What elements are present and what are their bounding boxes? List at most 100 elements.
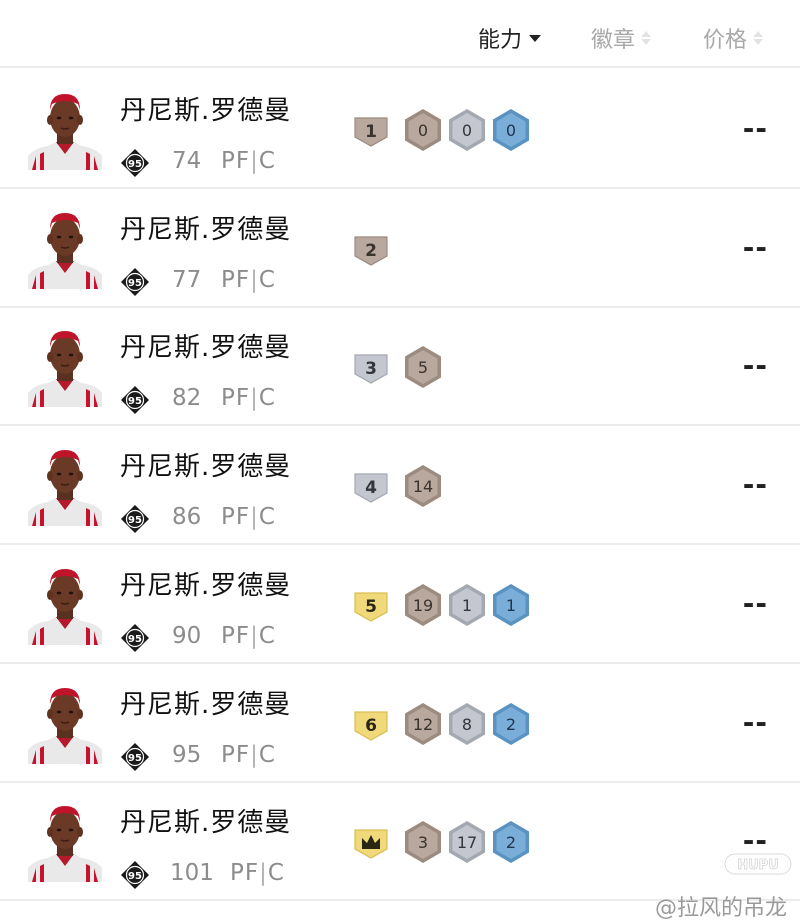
- position-secondary: C: [258, 504, 276, 531]
- evolution-level-icon: 3: [354, 354, 388, 385]
- tier-badge-icon: 95: [121, 623, 149, 652]
- player-name: 丹尼斯.罗德曼: [120, 689, 292, 720]
- badge-count-label: 14: [413, 477, 433, 496]
- player-name: 丹尼斯.罗德曼: [120, 452, 292, 483]
- badge-count-silver: 17: [449, 821, 485, 864]
- badge-count-silver: 1: [449, 583, 485, 626]
- player-name: 丹尼斯.罗德曼: [120, 333, 292, 364]
- player-avatar: [28, 331, 102, 408]
- sort-icon: [753, 31, 764, 45]
- position-primary: PF: [230, 860, 260, 887]
- player-avatar: [28, 806, 102, 883]
- svg-text:95: 95: [128, 278, 142, 289]
- badge-count-hof: 2: [493, 821, 529, 864]
- evolution-level-max-icon: [354, 829, 388, 859]
- sort-price-label: 价格: [703, 28, 748, 53]
- sort-ability-label: 能力: [478, 28, 523, 53]
- evolution-level-icon: 5: [354, 592, 388, 622]
- player-rating: 82: [172, 385, 202, 412]
- player-card-row[interactable]: 丹尼斯.罗德曼 95 101 PF|C -- 3 17 2: [0, 782, 800, 902]
- badge-count-label: 8: [462, 715, 472, 734]
- caret-down-icon: [529, 34, 542, 42]
- position-primary: PF: [221, 266, 251, 293]
- price-value: --: [742, 349, 768, 383]
- hupu-logo: HUPU: [724, 853, 792, 875]
- player-card-row[interactable]: 丹尼斯.罗德曼 95 77 PF|C -- 2: [0, 189, 800, 308]
- badge-count-label: 1: [462, 596, 472, 615]
- player-rating: 74: [172, 148, 202, 174]
- player-name: 丹尼斯.罗德曼: [120, 214, 292, 245]
- evolution-level-label: 1: [365, 122, 377, 142]
- player-name: 丹尼斯.罗德曼: [120, 808, 292, 839]
- evolution-level-label: 4: [365, 478, 377, 498]
- evolution-level-label: 3: [365, 359, 377, 379]
- svg-text:95: 95: [128, 753, 142, 764]
- player-avatar: [28, 94, 102, 170]
- sort-icon: [641, 31, 652, 45]
- badge-count-label: 2: [506, 833, 516, 852]
- evolution-level-icon: 6: [354, 710, 388, 741]
- price-value: --: [742, 468, 768, 502]
- price-value: --: [742, 586, 768, 620]
- player-avatar: [28, 568, 102, 645]
- sort-price-button[interactable]: 价格: [703, 22, 764, 54]
- position-primary: PF: [221, 622, 251, 649]
- position-secondary: C: [258, 266, 276, 293]
- svg-text:95: 95: [128, 871, 142, 882]
- evolution-level-icon: 2: [354, 236, 388, 266]
- svg-text:HUPU: HUPU: [737, 858, 779, 873]
- position-secondary: C: [258, 741, 276, 768]
- player-rating: 101: [170, 860, 214, 887]
- badge-count-hof: 1: [493, 583, 529, 626]
- player-rating: 90: [172, 622, 202, 649]
- player-positions: PF|C: [230, 860, 285, 887]
- badge-count-bronze: 3: [405, 821, 441, 864]
- player-card-row[interactable]: 丹尼斯.罗德曼 95 82 PF|C -- 3 5: [0, 307, 800, 427]
- badge-count-silver: 8: [449, 702, 485, 745]
- svg-text:95: 95: [128, 634, 142, 645]
- player-name: 丹尼斯.罗德曼: [120, 570, 292, 601]
- player-positions: PF|C: [221, 622, 276, 649]
- sort-badges-button[interactable]: 徽章: [591, 22, 652, 54]
- price-value: --: [742, 230, 768, 264]
- badge-count-bronze: 14: [405, 465, 441, 508]
- watermark-text: @拉风的吊龙: [655, 896, 788, 921]
- badge-count-label: 1: [506, 596, 516, 615]
- badge-count-label: 0: [418, 121, 428, 140]
- badge-count-label: 0: [506, 121, 516, 140]
- player-card-row[interactable]: 丹尼斯.罗德曼 95 74 PF|C -- 1 0 0 0: [0, 70, 800, 189]
- badge-count-label: 12: [413, 715, 433, 734]
- badge-count-label: 5: [418, 358, 428, 377]
- player-positions: PF|C: [221, 266, 276, 293]
- sort-badges-label: 徽章: [591, 28, 636, 53]
- badge-count-bronze: 12: [405, 702, 441, 745]
- tier-badge-icon: 95: [121, 386, 149, 415]
- badge-count-bronze: 0: [405, 109, 441, 151]
- player-card-row[interactable]: 丹尼斯.罗德曼 95 95 PF|C -- 6 12 8 2: [0, 664, 800, 783]
- player-avatar: [28, 687, 102, 764]
- position-secondary: C: [258, 148, 276, 174]
- badge-count-silver: 0: [449, 109, 485, 151]
- sort-ability-button[interactable]: 能力: [478, 22, 542, 54]
- position-primary: PF: [221, 504, 251, 531]
- position-secondary: C: [258, 385, 276, 412]
- badge-count-label: 3: [418, 833, 428, 852]
- tier-badge-icon: 95: [121, 742, 149, 771]
- player-positions: PF|C: [221, 504, 276, 531]
- svg-text:95: 95: [128, 515, 142, 526]
- player-rating: 77: [172, 266, 202, 293]
- badge-count-hof: 0: [493, 109, 529, 151]
- evolution-level-label: 6: [365, 716, 377, 736]
- evolution-level-label: 2: [365, 241, 377, 261]
- badge-count-label: 19: [413, 596, 433, 615]
- evolution-level-icon: 1: [354, 117, 388, 147]
- player-avatar: [28, 450, 102, 527]
- svg-text:95: 95: [128, 159, 142, 170]
- player-card-row[interactable]: 丹尼斯.罗德曼 95 90 PF|C -- 5 19 1 1: [0, 545, 800, 664]
- player-avatar: [28, 212, 102, 289]
- price-value: --: [742, 112, 768, 145]
- badge-count-hof: 2: [493, 702, 529, 745]
- position-secondary: C: [267, 860, 285, 887]
- player-positions: PF|C: [221, 741, 276, 768]
- player-card-row[interactable]: 丹尼斯.罗德曼 95 86 PF|C -- 4 14: [0, 426, 800, 546]
